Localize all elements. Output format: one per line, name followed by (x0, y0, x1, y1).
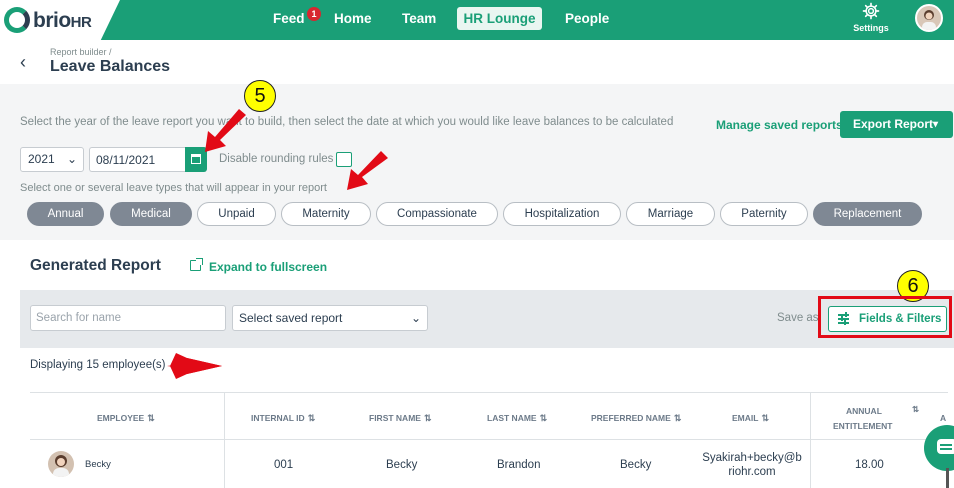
callout-step-5: 5 (244, 80, 276, 112)
highlight-box (818, 296, 952, 338)
annotation-arrows (167, 109, 388, 379)
arrow-to-calendar (205, 109, 246, 152)
arrow-to-leave-types (347, 151, 388, 190)
